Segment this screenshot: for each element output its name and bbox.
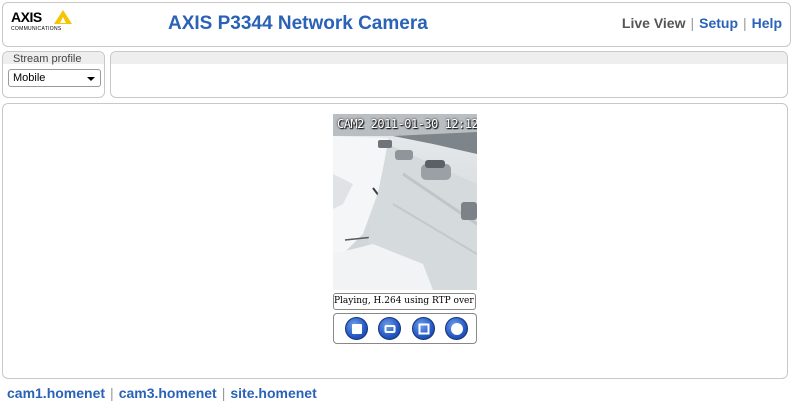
fullscreen-button[interactable]: [412, 317, 435, 340]
footer-separator: |: [221, 385, 226, 401]
stop-button[interactable]: [345, 317, 368, 340]
page-title: AXIS P3344 Network Camera: [168, 13, 428, 34]
axis-logo: AXIS COMMUNICATIONS: [11, 9, 77, 39]
video-timestamp-overlay: CAM2 2011-01-30 12:12: [337, 117, 477, 131]
nav-separator: |: [743, 15, 747, 31]
record-button[interactable]: [445, 317, 468, 340]
nav-live-view[interactable]: Live View: [622, 15, 686, 31]
live-view-panel: CAM2 2011-01-30 12:12 Playing, H.264 usi…: [2, 103, 788, 379]
nav-separator: |: [690, 15, 695, 31]
nav-setup[interactable]: Setup: [699, 15, 738, 31]
snapshot-icon: [384, 324, 395, 333]
stream-profile-label: Stream profile: [13, 53, 82, 65]
footer-link-site[interactable]: site.homenet: [230, 385, 316, 401]
stream-profile-select[interactable]: Mobile: [8, 69, 101, 87]
toolbar-panel: [110, 51, 788, 98]
fullscreen-icon: [418, 323, 429, 334]
stop-icon: [351, 323, 362, 334]
camera-scene-image: [333, 114, 477, 290]
video-stream[interactable]: CAM2 2011-01-30 12:12: [333, 114, 477, 290]
footer-link-cam1[interactable]: cam1.homenet: [7, 385, 105, 401]
logo-subtext: COMMUNICATIONS: [11, 26, 62, 32]
top-nav: Live View | Setup | Help: [622, 15, 782, 31]
playback-status: Playing, H.264 using RTP over RT: [333, 293, 476, 310]
player-controls: [333, 313, 477, 344]
footer-links: cam1.homenet | cam3.homenet | site.homenet: [7, 385, 317, 401]
logo-word: AXIS: [11, 9, 42, 25]
chevron-down-icon: [87, 77, 95, 81]
footer-link-cam3[interactable]: cam3.homenet: [119, 385, 217, 401]
stream-profile-panel: Stream profile Mobile: [2, 51, 105, 98]
stream-profile-value: Mobile: [13, 72, 46, 84]
nav-help[interactable]: Help: [752, 15, 782, 31]
record-icon: [450, 322, 463, 335]
footer-separator: |: [110, 385, 114, 401]
snapshot-button[interactable]: [378, 317, 401, 340]
header: AXIS COMMUNICATIONS AXIS P3344 Network C…: [2, 2, 791, 47]
